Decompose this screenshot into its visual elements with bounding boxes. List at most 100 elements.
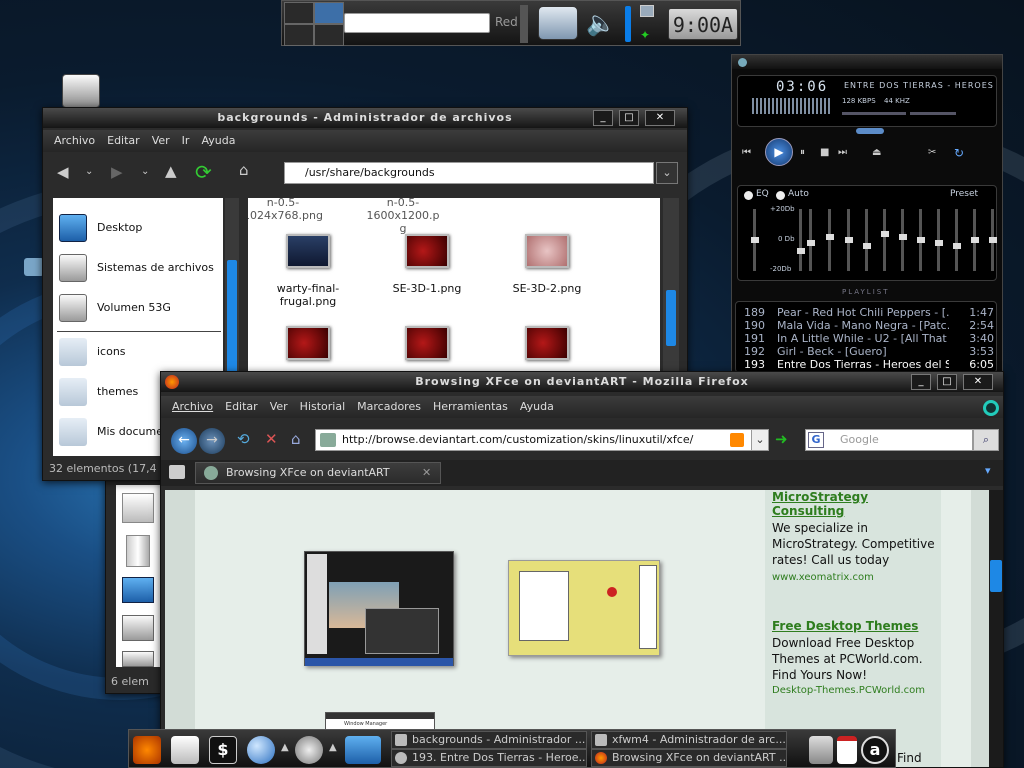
volume-speaker-icon[interactable]: 🔈 — [586, 9, 616, 39]
file-thumbnail[interactable] — [286, 234, 330, 268]
playlist-item-current[interactable]: 193 Entre Dos Tierras - Heroes del Si... 6… — [744, 358, 994, 371]
player-titlebar[interactable] — [732, 55, 1002, 69]
forward-arrow-icon[interactable]: ▶ — [111, 163, 123, 181]
sidebar-item-desktop[interactable]: Desktop — [57, 212, 222, 244]
eq-slider-knob[interactable] — [916, 237, 925, 243]
file-thumbnail[interactable] — [405, 326, 449, 360]
shuffle-button[interactable]: ✂ — [928, 147, 936, 158]
workspace-2[interactable] — [314, 2, 344, 24]
skin-thumbnail[interactable] — [508, 560, 660, 656]
eq-slider-knob[interactable] — [988, 237, 997, 243]
home-icon[interactable]: ⌂ — [291, 430, 301, 448]
firefox-titlebar[interactable]: Browsing XFce on deviantART - Mozilla Fi… — [161, 372, 1003, 392]
close-button[interactable]: ✕ — [963, 374, 993, 390]
taskbar-item-xfwm4[interactable]: xfwm4 - Administrador de arc... — [591, 731, 787, 749]
next-track-button[interactable]: ⏭ — [838, 147, 847, 158]
desktop-icon[interactable] — [345, 736, 381, 764]
location-bar[interactable]: /usr/share/backgrounds — [284, 162, 654, 184]
eq-band-slider[interactable] — [970, 209, 979, 271]
ad-url[interactable]: Desktop-Themes.PCWorld.com — [772, 685, 940, 696]
calendar-icon[interactable] — [837, 736, 857, 764]
playlist-item[interactable]: 190 Mala Vida - Mano Negra - [Patc... 2:54 — [744, 319, 994, 332]
go-arrow-icon[interactable]: ➜ — [775, 430, 788, 448]
file-thumbnail[interactable] — [525, 326, 569, 360]
repeat-button[interactable]: ↻ — [954, 146, 964, 160]
eq-toggle-radio[interactable] — [744, 191, 753, 200]
back-button[interactable]: ← — [171, 428, 197, 454]
trash-icon[interactable] — [126, 535, 150, 567]
tab-list-button[interactable]: ▾ — [985, 464, 991, 477]
home-icon[interactable] — [122, 493, 154, 523]
taskbar-item-file-manager[interactable]: backgrounds - Administrador ... — [391, 731, 587, 749]
forward-button[interactable]: → — [199, 428, 225, 454]
eq-band-slider[interactable] — [844, 209, 853, 271]
taskbar-item-firefox[interactable]: Browsing XFce on deviantART ... — [591, 749, 787, 767]
tab-active[interactable]: Browsing XFce on deviantART ✕ — [195, 462, 441, 484]
play-button[interactable]: ▶ — [765, 138, 793, 166]
menu-editar[interactable]: Editar — [101, 130, 146, 152]
workspace-4[interactable] — [314, 24, 344, 46]
auto-toggle-radio[interactable] — [776, 191, 785, 200]
minimize-button[interactable]: _ — [911, 374, 931, 390]
harddisk-icon[interactable] — [122, 615, 154, 641]
eq-band-slider[interactable] — [806, 209, 815, 271]
ad-title[interactable]: Free Desktop Themes — [772, 619, 940, 633]
eq-slider-knob[interactable] — [750, 237, 759, 243]
menu-historial[interactable]: Historial — [294, 396, 351, 418]
playlist-item[interactable]: 191 In A Little While - U2 - [All That ..… — [744, 332, 994, 345]
forward-dropdown-icon[interactable]: ⌄ — [141, 166, 149, 177]
back-arrow-icon[interactable]: ◀ — [57, 163, 69, 181]
eq-band-slider[interactable] — [796, 209, 805, 271]
page-scrollbar[interactable] — [989, 490, 1003, 767]
sidebar-item-volume[interactable]: Volumen 53G — [57, 292, 222, 324]
file-thumbnail[interactable] — [405, 234, 449, 268]
eq-slider-knob[interactable] — [862, 243, 871, 249]
screenshot-camera-icon[interactable] — [538, 6, 578, 40]
eq-band-slider[interactable] — [880, 209, 889, 271]
eq-band-slider[interactable] — [934, 209, 943, 271]
web-browser-globe-icon[interactable] — [247, 736, 275, 764]
url-dropdown-button[interactable]: ⌄ — [751, 429, 769, 451]
reload-icon[interactable]: ⟲ — [237, 430, 250, 448]
file-manager-titlebar[interactable]: backgrounds - Administrador de archivos — [43, 108, 687, 128]
workspace-3[interactable] — [284, 24, 314, 46]
sidebar-scroll-thumb[interactable] — [227, 260, 237, 376]
search-input[interactable]: G Google — [805, 429, 973, 451]
eq-band-slider[interactable] — [825, 209, 834, 271]
up-arrow-icon[interactable]: ▲ — [165, 162, 177, 180]
maximize-button[interactable]: □ — [619, 110, 639, 126]
eq-preamp-slider[interactable] — [750, 209, 759, 271]
menu-ir[interactable]: Ir — [176, 130, 196, 152]
eq-slider-knob[interactable] — [825, 234, 834, 240]
stop-icon[interactable]: ✕ — [265, 430, 278, 448]
speaker-icon[interactable] — [295, 736, 323, 764]
eq-slider-knob[interactable] — [898, 234, 907, 240]
menu-launcher-icon[interactable] — [133, 736, 161, 764]
tab-close-icon[interactable]: ✕ — [422, 463, 431, 483]
file-thumbnail[interactable] — [286, 326, 330, 360]
menu-archivo[interactable]: Archivo — [43, 130, 101, 152]
eq-slider-knob[interactable] — [934, 240, 943, 246]
eject-button[interactable]: ⏏ — [872, 147, 881, 158]
eq-slider-knob[interactable] — [952, 243, 961, 249]
show-desktop-icon[interactable] — [809, 736, 833, 764]
run-command-input[interactable] — [344, 13, 490, 33]
menu-editar[interactable]: Editar — [219, 396, 264, 418]
menu-herramientas[interactable]: Herramientas — [427, 396, 514, 418]
eq-band-slider[interactable] — [988, 209, 997, 271]
panel-arrow-icon[interactable]: ▲ — [329, 736, 339, 764]
home-icon[interactable] — [171, 736, 199, 764]
eq-slider-knob[interactable] — [880, 231, 889, 237]
terminal-icon[interactable]: $ — [209, 736, 237, 764]
eq-band-slider[interactable] — [916, 209, 925, 271]
location-dropdown-button[interactable]: ⌄ — [656, 162, 678, 184]
seek-position-thumb[interactable] — [856, 128, 884, 134]
close-button[interactable]: ✕ — [645, 110, 675, 126]
menu-ver[interactable]: Ver — [264, 396, 294, 418]
menu-ver[interactable]: Ver — [146, 130, 176, 152]
menu-ayuda[interactable]: Ayuda — [514, 396, 560, 418]
eq-slider-knob[interactable] — [844, 237, 853, 243]
playlist-item[interactable]: 192 Girl - Beck - [Guero] 3:53 — [744, 345, 994, 358]
rss-feed-icon[interactable] — [730, 433, 744, 447]
eq-slider-knob[interactable] — [806, 240, 815, 246]
